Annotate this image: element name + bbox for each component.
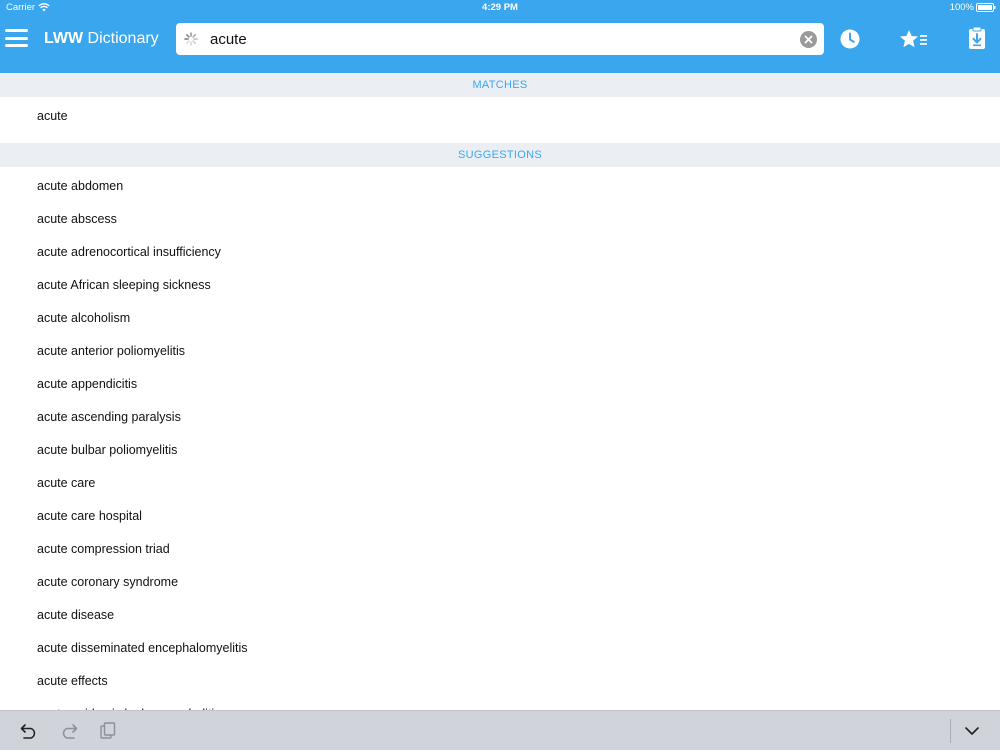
app-title-brand: LWW (44, 30, 84, 47)
suggestion-item[interactable]: acute compression triad (0, 533, 1000, 566)
suggestion-item[interactable]: acute anterior poliomyelitis (0, 335, 1000, 368)
star-list-icon[interactable] (899, 29, 929, 49)
app-header: Carrier 4:29 PM 100% LWW Dictionary (0, 0, 1000, 73)
status-bar: Carrier 4:29 PM 100% (0, 0, 1000, 16)
chevron-down-icon[interactable] (964, 725, 980, 737)
toolbar-divider (950, 719, 951, 743)
matches-header: MATCHES (0, 73, 1000, 97)
suggestion-item[interactable]: acute disease (0, 599, 1000, 632)
clock-history-icon[interactable] (840, 29, 860, 49)
results-list[interactable]: MATCHES acute SUGGESTIONS acute abdomen … (0, 73, 1000, 710)
suggestion-item[interactable]: acute abdomen (0, 170, 1000, 203)
suggestion-item[interactable]: acute coronary syndrome (0, 566, 1000, 599)
app-title-rest: Dictionary (83, 30, 159, 47)
paste-icon[interactable] (100, 722, 116, 739)
match-item[interactable]: acute (0, 97, 1000, 143)
battery-icon (976, 3, 996, 12)
suggestion-item[interactable]: acute bulbar poliomyelitis (0, 434, 1000, 467)
undo-icon[interactable] (20, 723, 38, 739)
suggestion-item[interactable]: acute adrenocortical insufficiency (0, 236, 1000, 269)
loading-spinner-icon (184, 32, 198, 46)
suggestion-item[interactable]: acute alcoholism (0, 302, 1000, 335)
suggestion-item[interactable]: acute abscess (0, 203, 1000, 236)
suggestion-item[interactable]: acute African sleeping sickness (0, 269, 1000, 302)
search-box (176, 23, 824, 55)
app-title: LWW Dictionary (44, 30, 159, 48)
redo-icon[interactable] (60, 723, 78, 739)
suggestion-item[interactable]: acute effects (0, 665, 1000, 698)
suggestions-list: acute abdomen acute abscess acute adreno… (0, 167, 1000, 710)
suggestion-item[interactable]: acute ascending paralysis (0, 401, 1000, 434)
hamburger-menu-icon[interactable] (5, 29, 28, 47)
suggestion-item[interactable]: acute care hospital (0, 500, 1000, 533)
suggestion-item[interactable]: acute epidemic leukoencephalitis (0, 698, 1000, 710)
keyboard-toolbar (0, 710, 1000, 750)
suggestions-header: SUGGESTIONS (0, 143, 1000, 167)
status-time: 4:29 PM (482, 2, 518, 13)
clear-search-icon[interactable] (800, 31, 817, 48)
suggestion-item[interactable]: acute appendicitis (0, 368, 1000, 401)
suggestion-item[interactable]: acute disseminated encephalomyelitis (0, 632, 1000, 665)
suggestion-item[interactable]: acute care (0, 467, 1000, 500)
search-input[interactable] (210, 23, 790, 55)
download-clipboard-icon[interactable] (967, 26, 987, 50)
battery-percent: 100% (949, 2, 974, 13)
